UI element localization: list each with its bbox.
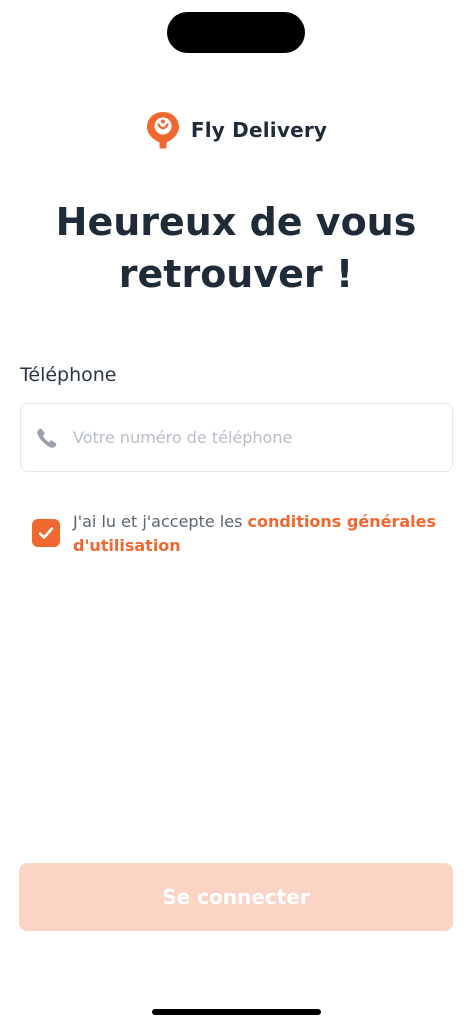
home-indicator <box>152 1009 321 1015</box>
terms-checkbox[interactable] <box>32 519 60 547</box>
phone-icon <box>35 426 59 450</box>
welcome-title: Heureux de vous retrouver ! <box>55 200 417 296</box>
phone-field[interactable] <box>20 403 453 472</box>
dynamic-island <box>167 12 305 53</box>
terms-row: J'ai lu et j'accepte les conditions géné… <box>32 510 442 558</box>
login-screen: Fly Delivery Heureux de vous retrouver !… <box>0 0 472 1024</box>
phone-input[interactable] <box>73 428 452 447</box>
login-button[interactable]: Se connecter <box>19 863 453 931</box>
terms-text: J'ai lu et j'accepte les conditions géné… <box>73 510 442 558</box>
checkmark-icon <box>38 527 54 539</box>
location-pin-logo-icon <box>146 112 179 149</box>
brand-header: Fly Delivery <box>0 110 472 150</box>
phone-label: Téléphone <box>20 364 117 386</box>
terms-statement: J'ai lu et j'accepte les <box>73 512 248 531</box>
brand-name: Fly Delivery <box>190 118 328 142</box>
